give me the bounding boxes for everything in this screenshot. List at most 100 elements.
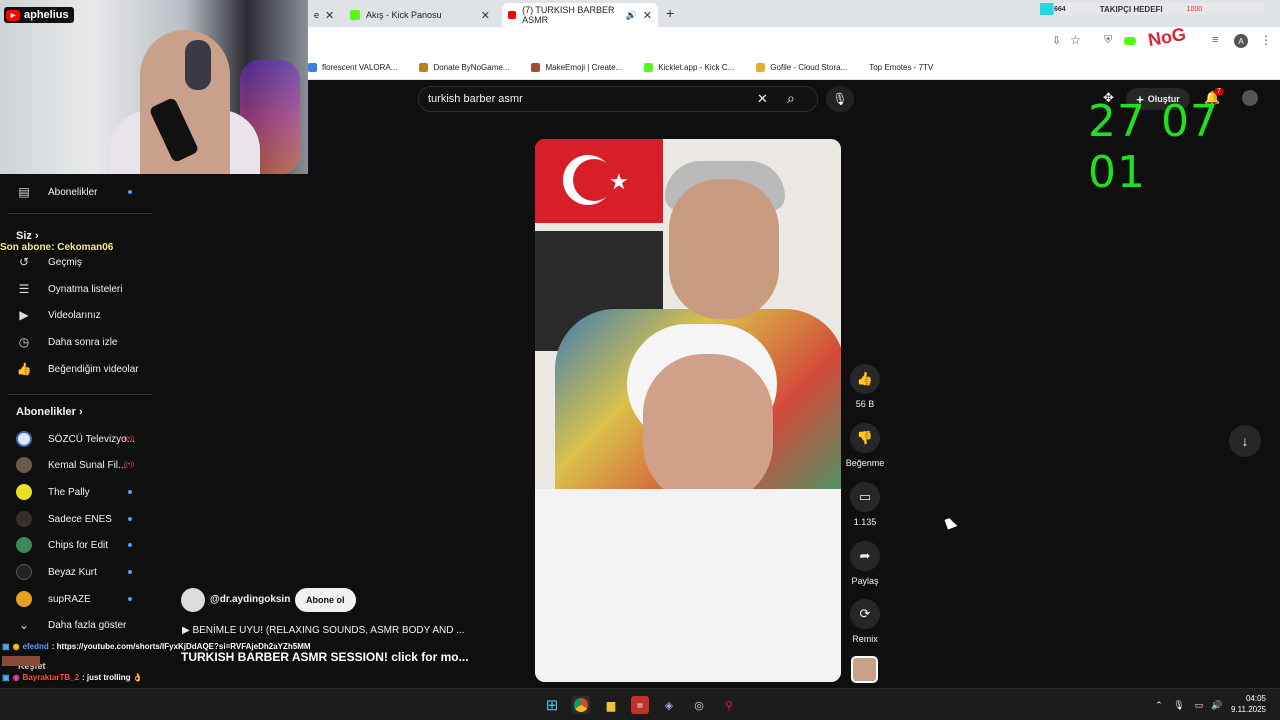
- youtube-icon: ▶: [6, 9, 20, 21]
- bookmark-item[interactable]: Donate ByNoGame...: [419, 62, 509, 72]
- file-explorer-icon[interactable]: ▆: [602, 696, 620, 714]
- close-icon[interactable]: ✕: [325, 9, 334, 22]
- chevron-right-icon: ›: [34, 230, 39, 242]
- profile-avatar[interactable]: A: [1234, 34, 1248, 48]
- next-video-button[interactable]: ↓: [1229, 425, 1261, 457]
- chrome-icon[interactable]: [572, 696, 590, 714]
- search-input[interactable]: [428, 91, 748, 107]
- thumbs-up-icon[interactable]: 👍: [850, 364, 880, 394]
- channel-name: supRAZE: [48, 593, 91, 605]
- like-action[interactable]: 👍 56 B: [846, 364, 884, 409]
- search-icon[interactable]: ⌕: [787, 90, 795, 107]
- bookmark-item[interactable]: Gofile - Cloud Stora...: [756, 62, 847, 72]
- windows-start-icon[interactable]: ⊞: [543, 696, 561, 714]
- sidebar-item-channel[interactable]: SÖZCÜ Televizyo... ((•)): [0, 427, 152, 451]
- channel-avatar: [16, 537, 32, 553]
- subscribe-button[interactable]: Abone ol: [295, 588, 356, 612]
- comments-action[interactable]: ▭ 1.135: [846, 482, 884, 527]
- obs-icon[interactable]: ◎: [690, 696, 708, 714]
- install-icon[interactable]: ⇩: [1052, 34, 1061, 47]
- pin-app-icon[interactable]: ⚲: [720, 696, 738, 714]
- divider: [8, 213, 152, 214]
- bookmark-item[interactable]: MakeEmoji | Create...: [531, 62, 622, 72]
- speaker-icon[interactable]: 🔊: [626, 10, 637, 21]
- clear-search-icon[interactable]: ✕: [757, 91, 768, 107]
- browser-tab[interactable]: e ✕: [308, 3, 338, 27]
- video-title[interactable]: TURKISH BARBER ASMR SESSION! click for m…: [181, 650, 469, 664]
- new-tab-icon[interactable]: +: [666, 5, 674, 21]
- new-content-dot: [128, 597, 132, 601]
- app-icon[interactable]: ▤: [631, 696, 649, 714]
- volume-icon[interactable]: 🔊: [1208, 696, 1226, 714]
- sound-thumbnail[interactable]: [851, 656, 878, 683]
- play-icon: ▶: [182, 625, 193, 636]
- share-label: Paylaş: [851, 576, 879, 586]
- short-video-player[interactable]: ★: [535, 139, 841, 682]
- channel-name: Kemal Sunal Fil...: [48, 459, 127, 471]
- chat-username: BayraktarTB_2: [22, 673, 80, 682]
- youtube-icon: [508, 11, 517, 19]
- barber-cape: [535, 489, 841, 682]
- channel-avatar: [16, 457, 32, 473]
- sidebar-item-watch-later[interactable]: ◷ Daha sonra izle: [0, 330, 152, 354]
- close-icon[interactable]: ✕: [481, 9, 490, 22]
- search-box[interactable]: ✕ ⌕: [418, 86, 818, 112]
- remix-action[interactable]: ⟳ Remix: [846, 599, 884, 644]
- emote-icon: [2, 656, 40, 666]
- system-clock[interactable]: 04:05 9.11.2025: [1231, 693, 1266, 715]
- subscriptions-heading[interactable]: Abonelikler ›: [16, 406, 83, 418]
- you-heading[interactable]: Siz ›: [16, 230, 39, 242]
- browser-tab[interactable]: Akış - Kick Panosu ✕: [344, 3, 496, 27]
- sidebar-item-playlists[interactable]: ☰ Oynatma listeleri: [0, 277, 152, 301]
- voice-search-button[interactable]: 🎙: [826, 86, 854, 112]
- last-subscriber-overlay: Son abone: Cekoman06: [0, 242, 114, 253]
- sidebar-item-history[interactable]: ↺ Geçmiş: [0, 250, 152, 274]
- share-icon[interactable]: ➦: [850, 541, 880, 571]
- bookmark-label: Top Emotes - 7TV: [869, 62, 934, 72]
- sidebar-item-channel[interactable]: Chips for Edit: [0, 533, 152, 557]
- bookmark-label: Kicklet.app - Kick C...: [658, 62, 735, 72]
- bookmark-item[interactable]: Top Emotes - 7TV: [869, 63, 933, 72]
- channel-handle[interactable]: @dr.aydingoksin: [210, 594, 290, 605]
- menu-icon[interactable]: ⋮: [1260, 33, 1272, 47]
- steam-icon[interactable]: ◈: [660, 696, 678, 714]
- sidebar-item-liked[interactable]: 👍 Beğendiğim videolar: [0, 357, 152, 381]
- sidebar-item-channel[interactable]: The Pally: [0, 480, 152, 504]
- channel-avatar[interactable]: [181, 588, 205, 612]
- thumbs-down-icon[interactable]: 👎: [850, 423, 880, 453]
- clock-icon: ◷: [18, 335, 30, 349]
- windows-taskbar: ⊞ ▆ ▤ ◈ ◎ ⚲ ⌃ 🎙 ▭ 🔊 04:05 9.11.2025: [0, 688, 1280, 720]
- channel-badge-name: aphelius: [24, 9, 69, 21]
- media-icon[interactable]: ≡: [1212, 34, 1218, 46]
- channel-avatar: [16, 431, 32, 447]
- tab-label: e: [314, 10, 320, 20]
- headset: [185, 40, 211, 90]
- bookmark-item[interactable]: Kicklet.app - Kick C...: [644, 62, 735, 72]
- microphone-icon[interactable]: 🎙: [1170, 696, 1188, 714]
- new-content-dot: [128, 517, 132, 521]
- sidebar-item-subscriptions[interactable]: ▤ Abonelikler: [0, 180, 152, 204]
- chevron-up-icon[interactable]: ⌃: [1150, 696, 1168, 714]
- show-more-button[interactable]: ⌄ Daha fazla göster: [0, 613, 152, 637]
- network-icon[interactable]: ▭: [1190, 696, 1208, 714]
- bookmark-item[interactable]: florescent VALORA...: [308, 62, 398, 72]
- video-description-link[interactable]: ▶ BENİMLE UYU! (RELAXING SOUNDS, ASMR BO…: [182, 625, 465, 636]
- divider: [8, 394, 152, 395]
- sidebar-item-channel[interactable]: supRAZE: [0, 587, 152, 611]
- sidebar-item-channel[interactable]: Sadece ENES: [0, 507, 152, 531]
- dislike-action[interactable]: 👎 Beğenme: [842, 423, 888, 468]
- kick-extension-icon[interactable]: [1124, 37, 1136, 45]
- channel-name: Beyaz Kurt: [48, 566, 97, 578]
- sidebar-item-channel[interactable]: Beyaz Kurt: [0, 560, 152, 584]
- close-icon[interactable]: ✕: [643, 9, 652, 22]
- comment-icon[interactable]: ▭: [850, 482, 880, 512]
- sidebar-item-your-videos[interactable]: ▶ Videolarınız: [0, 303, 152, 327]
- sidebar-item-channel[interactable]: Kemal Sunal Fil... ((•)): [0, 453, 152, 477]
- browser-tab-active[interactable]: (7) TURKISH BARBER ASMR 🔊 ✕: [502, 3, 658, 27]
- share-action[interactable]: ➦ Paylaş: [846, 541, 884, 586]
- remix-icon[interactable]: ⟳: [850, 599, 880, 629]
- bookmark-star-icon[interactable]: ☆: [1070, 33, 1081, 47]
- bookmark-label: florescent VALORA...: [322, 62, 398, 72]
- remix-label: Remix: [852, 634, 878, 644]
- shield-icon[interactable]: ⛨: [1104, 34, 1112, 47]
